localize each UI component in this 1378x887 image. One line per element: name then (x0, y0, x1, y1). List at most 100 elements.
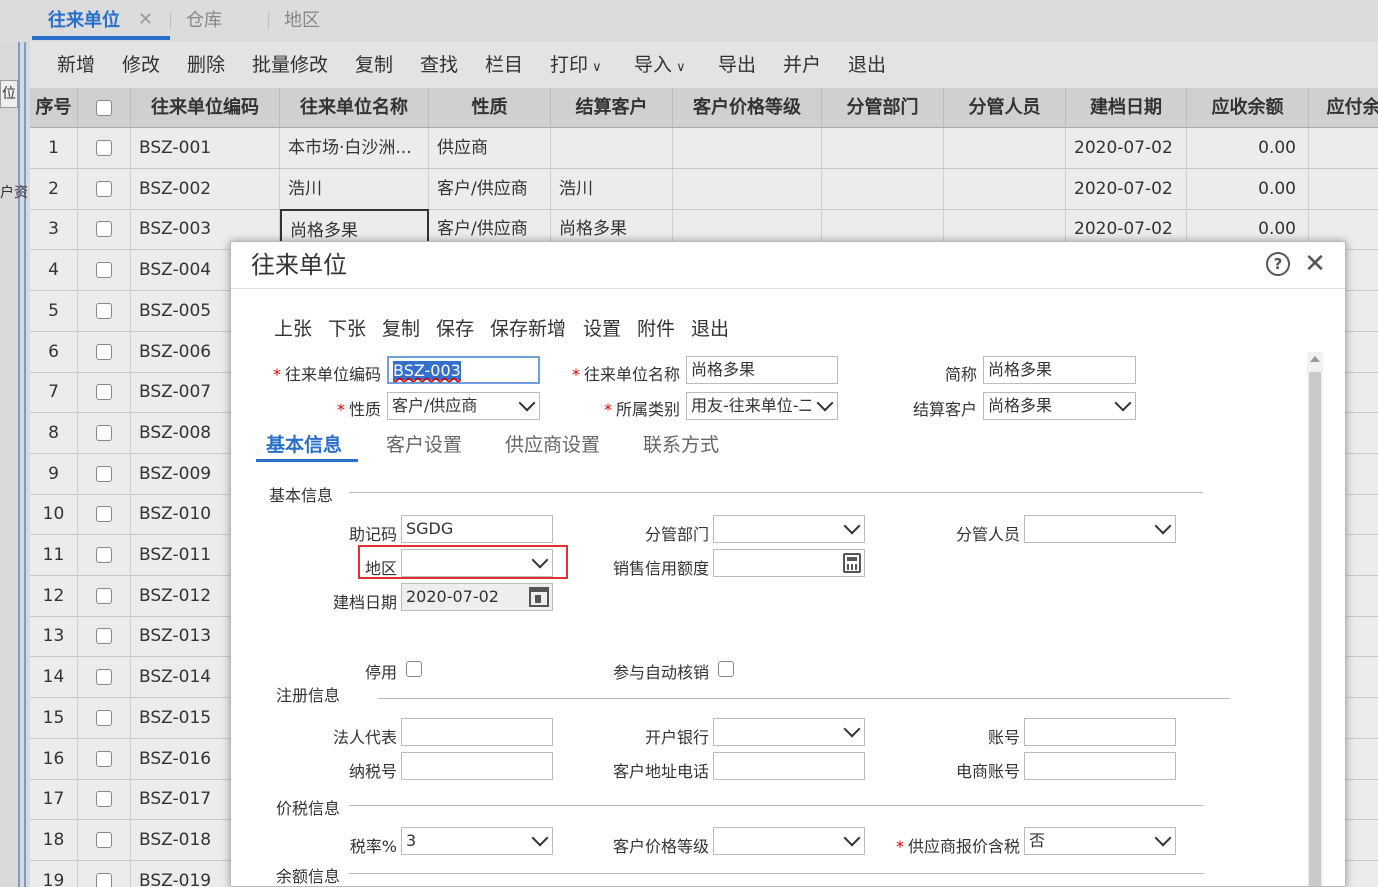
table-cell[interactable] (673, 128, 822, 168)
table-cell-ar[interactable]: 0.00 (1187, 168, 1309, 209)
row-checkbox[interactable] (96, 180, 112, 197)
scroll-up-icon[interactable] (1310, 356, 1320, 362)
save-and-new-button[interactable]: 保存新增 (490, 314, 566, 341)
table-cell-code[interactable]: BSZ-002 (131, 168, 280, 209)
row-checkbox-cell[interactable] (78, 128, 131, 168)
table-row[interactable]: 2 BSZ-002 浩川 客户/供应商 浩川 2020-07-02 0.00 (30, 168, 1378, 210)
column-header[interactable]: 往来单位名称 (280, 88, 429, 128)
code-field[interactable]: BSZ-003 (387, 356, 540, 384)
table-cell-name[interactable]: 浩川 (280, 168, 429, 209)
column-header[interactable]: 性质 (429, 88, 551, 128)
table-cell[interactable] (1309, 169, 1378, 209)
table-cell-no[interactable]: 15 (30, 697, 78, 738)
table-cell-no[interactable]: 4 (30, 250, 78, 291)
row-checkbox[interactable] (96, 669, 112, 686)
column-header[interactable]: 应收余额 (1187, 88, 1309, 128)
attachment-button[interactable]: 附件 (637, 314, 675, 341)
next-button[interactable]: 下张 (328, 314, 366, 341)
tab-region[interactable]: 地区 (284, 0, 320, 40)
tab-contact[interactable]: 联系方式 (643, 430, 719, 457)
tab-customer-settings[interactable]: 客户设置 (386, 430, 462, 457)
staff-select[interactable] (1024, 515, 1176, 543)
quote-tax-select[interactable]: 否 (1024, 827, 1176, 855)
help-icon[interactable]: ? (1266, 252, 1290, 276)
row-checkbox-cell[interactable] (78, 535, 131, 575)
table-cell-no[interactable]: 1 (30, 128, 78, 168)
import-button[interactable]: 导入 ∨ (634, 42, 686, 88)
close-icon[interactable]: ✕ (1303, 251, 1327, 277)
auto-verify-checkbox[interactable] (718, 661, 734, 677)
add-button[interactable]: 新增 (57, 42, 95, 88)
row-checkbox-cell[interactable] (78, 453, 131, 494)
row-checkbox-cell[interactable] (78, 494, 131, 535)
table-cell-settle[interactable] (551, 128, 673, 168)
row-checkbox[interactable] (96, 872, 112, 887)
find-button[interactable]: 查找 (420, 42, 458, 88)
tab-basic-info[interactable]: 基本信息 (266, 430, 342, 457)
export-button[interactable]: 导出 (718, 42, 756, 88)
column-header[interactable]: 往来单位编码 (131, 88, 280, 128)
row-checkbox[interactable] (96, 628, 112, 645)
select-all-checkbox[interactable] (96, 100, 112, 116)
tax-no-field[interactable] (401, 752, 553, 780)
row-checkbox[interactable] (96, 750, 112, 767)
table-cell-no[interactable]: 8 (30, 412, 78, 453)
row-checkbox[interactable] (96, 221, 112, 238)
tab-warehouse[interactable]: 仓库 (186, 0, 222, 40)
print-button[interactable]: 打印 ∨ (550, 42, 602, 88)
table-cell-no[interactable]: 9 (30, 453, 78, 494)
ecom-account-field[interactable] (1024, 752, 1176, 780)
table-cell[interactable] (1309, 128, 1378, 168)
row-checkbox-cell[interactable] (78, 372, 131, 413)
table-cell-settle[interactable]: 浩川 (551, 168, 673, 209)
column-header[interactable]: 应付余 (1309, 88, 1378, 128)
table-cell-ar[interactable]: 0.00 (1187, 128, 1309, 168)
create-date-field[interactable]: 2020-07-02 (401, 583, 553, 611)
dialog-scrollbar[interactable] (1307, 352, 1323, 886)
merge-button[interactable]: 并户 (783, 42, 821, 88)
table-cell[interactable] (822, 168, 944, 209)
row-checkbox-cell[interactable] (78, 575, 131, 616)
row-checkbox-cell[interactable] (78, 616, 131, 657)
row-checkbox-cell[interactable] (78, 331, 131, 372)
table-cell-no[interactable]: 18 (30, 819, 78, 860)
table-cell-no[interactable]: 2 (30, 168, 78, 209)
mnemonic-field[interactable]: SGDG (401, 515, 553, 543)
table-cell[interactable] (944, 168, 1066, 209)
table-cell-name[interactable]: 本市场·白沙洲... (280, 128, 429, 168)
row-checkbox[interactable] (96, 343, 112, 360)
column-header[interactable]: 结算客户 (551, 88, 673, 128)
address-phone-field[interactable] (713, 752, 865, 780)
column-header[interactable]: 分管人员 (944, 88, 1066, 128)
row-checkbox-cell[interactable] (78, 412, 131, 453)
edit-button[interactable]: 修改 (122, 42, 160, 88)
calculator-icon[interactable] (843, 553, 861, 573)
row-checkbox-cell[interactable] (78, 819, 131, 860)
row-checkbox[interactable] (96, 302, 112, 319)
close-icon[interactable]: ✕ (138, 0, 153, 40)
table-cell-no[interactable]: 17 (30, 779, 78, 820)
legal-rep-field[interactable] (401, 718, 553, 746)
row-checkbox[interactable] (96, 709, 112, 726)
scroll-thumb[interactable] (1309, 372, 1321, 886)
column-header[interactable]: 序号 (30, 88, 78, 128)
tax-rate-select[interactable]: 3 (401, 827, 553, 855)
credit-limit-field[interactable] (713, 549, 865, 577)
row-checkbox[interactable] (96, 384, 112, 401)
table-cell-no[interactable]: 7 (30, 372, 78, 413)
table-cell[interactable] (673, 168, 822, 209)
table-cell-no[interactable]: 6 (30, 331, 78, 372)
table-row[interactable]: 1 BSZ-001 本市场·白沙洲... 供应商 2020-07-02 0.00 (30, 128, 1378, 169)
row-checkbox[interactable] (96, 465, 112, 482)
delete-button[interactable]: 删除 (187, 42, 225, 88)
table-cell-type[interactable]: 供应商 (429, 128, 551, 168)
table-cell-type[interactable]: 客户/供应商 (429, 168, 551, 209)
table-cell-no[interactable]: 10 (30, 494, 78, 535)
column-header[interactable]: 客户价格等级 (673, 88, 822, 128)
row-checkbox-cell[interactable] (78, 250, 131, 291)
account-field[interactable] (1024, 718, 1176, 746)
table-cell-no[interactable]: 16 (30, 738, 78, 779)
row-checkbox[interactable] (96, 424, 112, 441)
name-field[interactable]: 尚格多果 (686, 356, 838, 384)
tab-supplier-settings[interactable]: 供应商设置 (505, 430, 600, 457)
